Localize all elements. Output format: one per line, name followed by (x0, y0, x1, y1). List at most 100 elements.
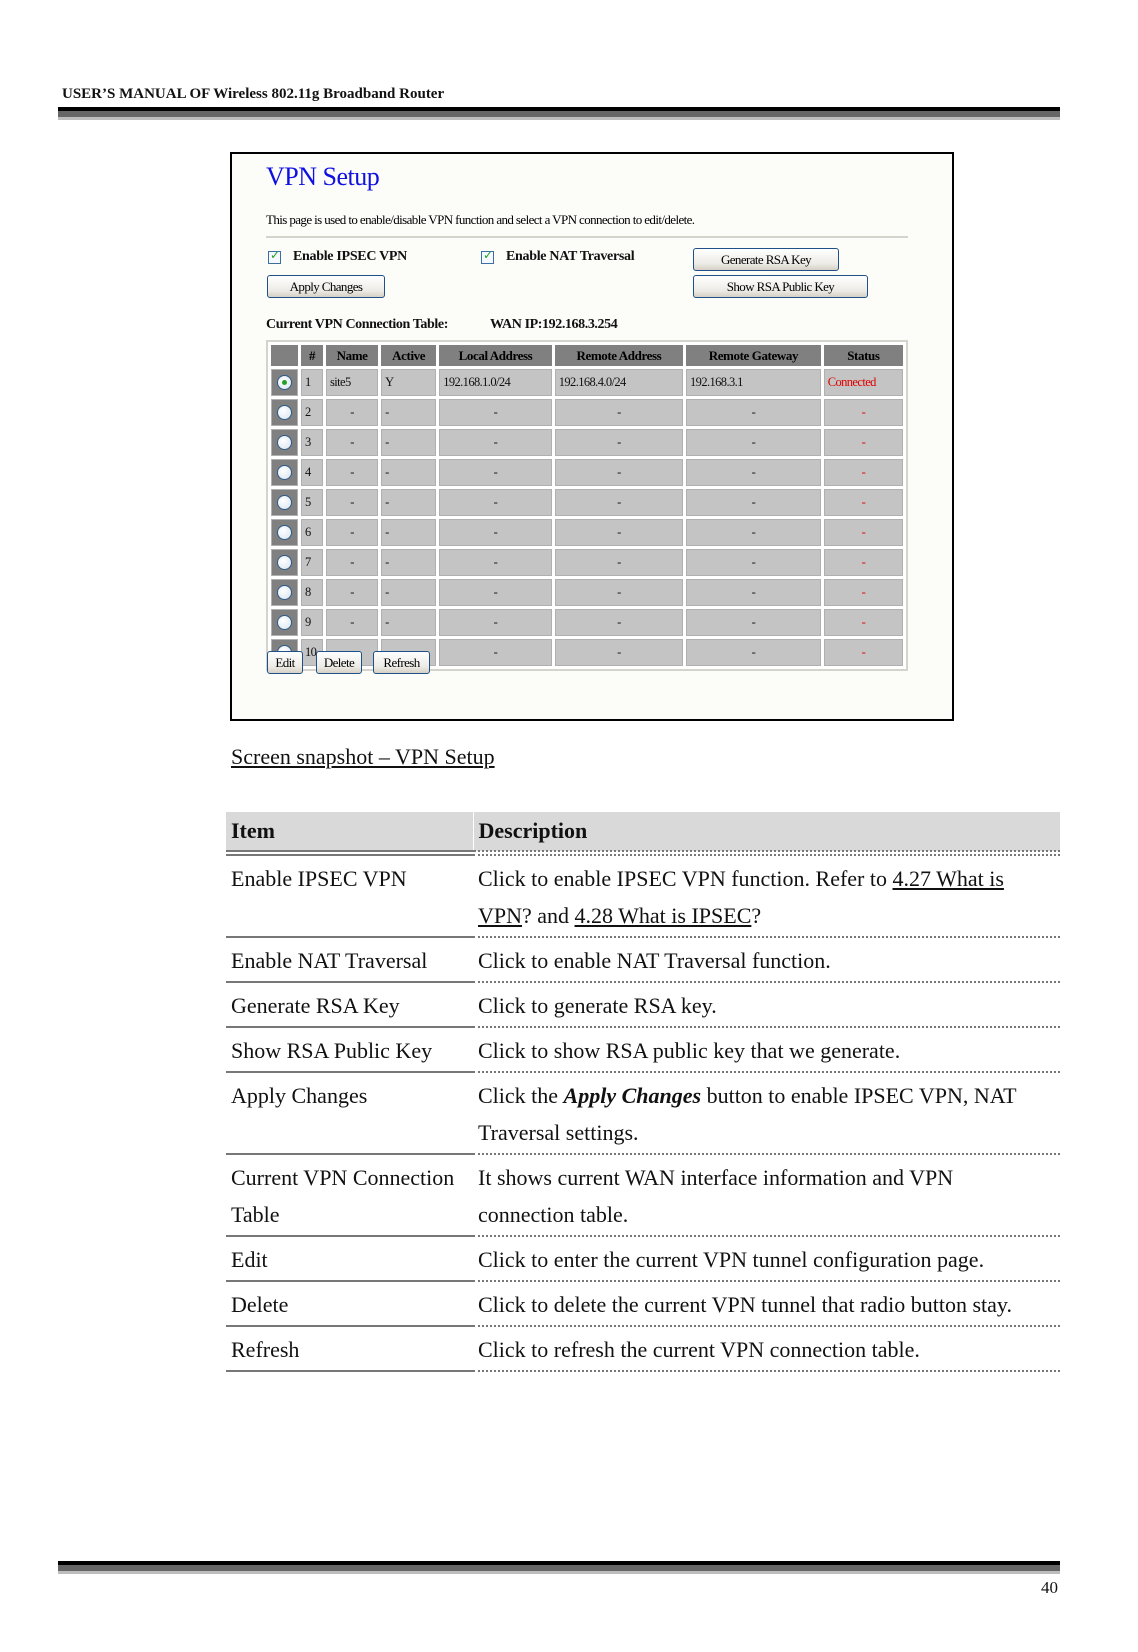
row-local-address: - (439, 459, 552, 486)
row-remote-address: - (554, 639, 684, 666)
vpn-setup-intro: This page is used to enable/disable VPN … (266, 212, 695, 227)
row-name: - (326, 459, 379, 486)
col-remote-gateway: Remote Gateway (686, 345, 821, 366)
row-name: - (326, 399, 379, 426)
refresh-button[interactable]: Refresh (373, 651, 430, 674)
row-remote-address: - (554, 489, 684, 516)
col-status: Status (823, 345, 903, 366)
radio-selected-icon[interactable] (277, 375, 292, 391)
description-fragment: ? and (522, 903, 575, 928)
vpn-table-row: 7------ (271, 549, 903, 576)
connection-table-label: Current VPN Connection Table: (266, 317, 448, 332)
vpn-table-row: 5------ (271, 489, 903, 516)
row-name: - (326, 549, 379, 576)
row-remote-gateway: - (686, 429, 821, 456)
generate-rsa-key-button[interactable]: Generate RSA Key (693, 248, 839, 271)
row-number: 2 (301, 399, 323, 426)
description-fragment: Click to refresh the current VPN connect… (478, 1337, 920, 1362)
description-item: Generate RSA Key (226, 982, 473, 1028)
description-row: Delete Click to delete the current VPN tu… (226, 1281, 1060, 1327)
row-remote-gateway: - (686, 459, 821, 486)
row-number: 3 (301, 429, 323, 456)
row-local-address: - (439, 549, 552, 576)
row-local-address: - (439, 579, 552, 606)
radio-unselected-icon[interactable] (277, 465, 292, 481)
emphasized-term: Apply Changes (563, 1083, 702, 1108)
radio-unselected-icon[interactable] (277, 555, 292, 571)
description-row: Enable IPSEC VPN Click to enable IPSEC VP… (226, 855, 1060, 938)
description-fragment: It shows current WAN interface informati… (478, 1165, 954, 1227)
row-select-cell (271, 459, 298, 486)
description-text: Click to show RSA public key that we gen… (473, 1027, 1060, 1073)
row-status: - (823, 549, 903, 576)
enable-ipsec-label: Enable IPSEC VPN (293, 249, 407, 264)
row-select-cell (271, 519, 298, 546)
description-row: Edit Click to enter the current VPN tunne… (226, 1236, 1060, 1282)
header-rule (58, 107, 1060, 120)
vpn-table-row: 3------ (271, 429, 903, 456)
col-number: # (301, 345, 323, 366)
description-text: Click to delete the current VPN tunnel t… (473, 1281, 1060, 1327)
row-name: - (326, 429, 379, 456)
header-description: Description (472, 812, 1060, 852)
vpn-connection-table: # Name Active Local Address Remote Addre… (266, 340, 908, 671)
row-remote-address: - (554, 429, 684, 456)
description-fragment: Click to enter the current VPN tunnel co… (478, 1247, 985, 1272)
row-number: 1 (301, 369, 323, 396)
row-remote-address: 192.168.4.0/24 (554, 369, 684, 396)
description-text: Click to enable IPSEC VPN function. Refe… (473, 855, 1060, 938)
enable-nat-traversal-checkbox[interactable]: Enable NAT Traversal (481, 248, 635, 265)
row-status: - (823, 639, 903, 666)
row-status: - (823, 579, 903, 606)
row-remote-gateway: - (686, 639, 821, 666)
row-remote-gateway: - (686, 399, 821, 426)
description-fragment: Click to enable IPSEC VPN function. Refe… (478, 866, 893, 891)
header-item: Item (226, 812, 473, 852)
show-rsa-public-key-button[interactable]: Show RSA Public Key (693, 275, 868, 298)
row-local-address: - (439, 609, 552, 636)
row-remote-gateway: - (686, 519, 821, 546)
row-active: - (381, 609, 437, 636)
description-fragment: ? (751, 903, 762, 928)
description-fragment: Click the (478, 1083, 564, 1108)
checkbox-checked-icon (268, 248, 281, 264)
description-text: Click the Apply Changes button to enable… (473, 1072, 1060, 1155)
row-local-address: - (439, 429, 552, 456)
cross-reference-link[interactable]: 4.28 What is IPSEC (575, 903, 752, 928)
description-item: Refresh (226, 1326, 473, 1372)
radio-unselected-icon[interactable] (277, 405, 292, 421)
row-active: - (381, 399, 437, 426)
row-status: - (823, 489, 903, 516)
description-text: Click to enter the current VPN tunnel co… (473, 1236, 1060, 1282)
row-name: - (326, 579, 379, 606)
row-local-address: - (439, 489, 552, 516)
enable-ipsec-checkbox[interactable]: Enable IPSEC VPN (268, 248, 407, 265)
row-remote-address: - (554, 609, 684, 636)
description-item: Current VPN Connection Table (226, 1154, 473, 1237)
row-select-cell (271, 609, 298, 636)
apply-changes-button[interactable]: Apply Changes (267, 275, 385, 298)
running-header-title: USER’S MANUAL OF Wireless 802.11g Broadb… (62, 86, 445, 102)
delete-button[interactable]: Delete (316, 651, 362, 674)
row-remote-address: - (554, 579, 684, 606)
row-remote-gateway: 192.168.3.1 (686, 369, 821, 396)
radio-unselected-icon[interactable] (277, 435, 292, 451)
description-row: Current VPN Connection Table It shows cur… (226, 1154, 1060, 1237)
row-select-cell (271, 429, 298, 456)
description-item: Delete (226, 1281, 473, 1327)
row-select-cell (271, 489, 298, 516)
col-name: Name (326, 345, 379, 366)
row-remote-gateway: - (686, 489, 821, 516)
edit-button[interactable]: Edit (267, 651, 303, 674)
radio-unselected-icon[interactable] (277, 495, 292, 511)
radio-unselected-icon[interactable] (277, 585, 292, 601)
row-status: - (823, 519, 903, 546)
wan-ip-label: WAN IP:192.168.3.254 (490, 317, 618, 332)
description-item: Apply Changes (226, 1072, 473, 1155)
vpn-setup-title: VPN Setup (266, 162, 380, 191)
row-remote-gateway: - (686, 579, 821, 606)
radio-unselected-icon[interactable] (277, 525, 292, 541)
row-remote-address: - (554, 459, 684, 486)
row-number: 5 (301, 489, 323, 516)
radio-unselected-icon[interactable] (277, 615, 292, 631)
